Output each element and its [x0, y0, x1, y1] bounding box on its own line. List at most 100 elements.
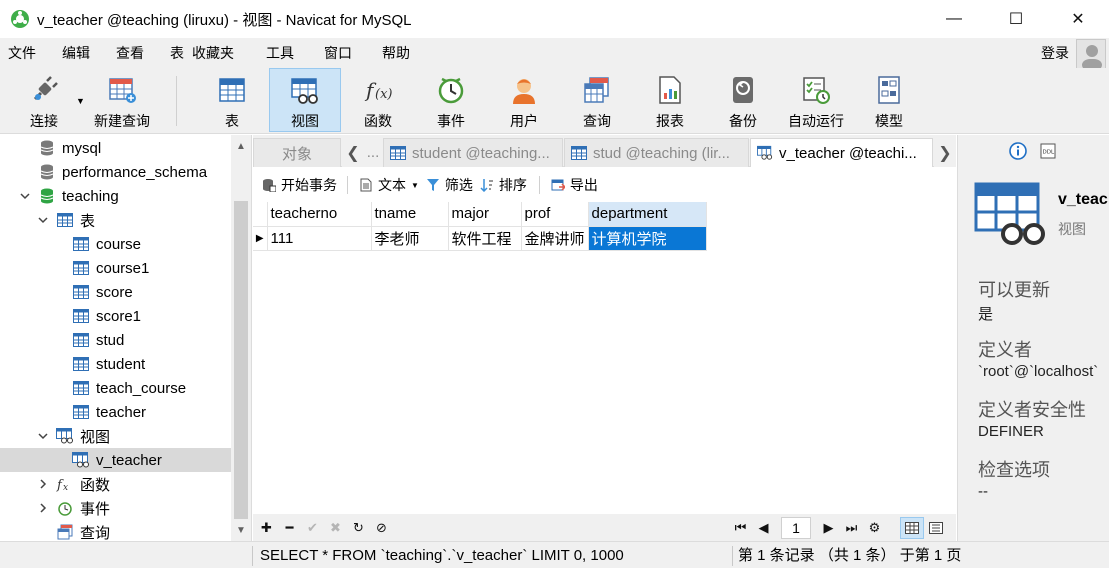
- user-button[interactable]: 用户: [488, 68, 560, 132]
- menu-view[interactable]: 查看: [106, 38, 154, 68]
- scrollbar-thumb[interactable]: [234, 201, 248, 519]
- tab-student[interactable]: student @teaching...: [383, 138, 563, 167]
- chevron-down-icon[interactable]: [36, 213, 50, 227]
- tree-item-functions[interactable]: fx 函数: [0, 472, 232, 496]
- stop-button[interactable]: ⊘: [370, 517, 393, 539]
- tree-item-label: v_teacher: [96, 451, 162, 469]
- dropdown-arrow-icon[interactable]: ▼: [411, 181, 419, 190]
- tree-item-teaching[interactable]: teaching: [0, 184, 232, 208]
- form-view-icon: [929, 521, 943, 534]
- tree-item-queries[interactable]: 查询: [0, 520, 232, 541]
- tree-item-course1[interactable]: course1: [0, 256, 232, 280]
- event-button[interactable]: 事件: [415, 68, 487, 132]
- column-header[interactable]: tname: [371, 202, 449, 227]
- table-cell[interactable]: 软件工程: [448, 226, 522, 251]
- tree-item-events[interactable]: 事件: [0, 496, 232, 520]
- sort-button[interactable]: 排序: [479, 172, 527, 198]
- next-page-button[interactable]: ▶: [817, 517, 840, 539]
- info-tab-general[interactable]: [1008, 141, 1028, 161]
- first-page-button[interactable]: ⏮: [729, 517, 752, 539]
- minimize-button[interactable]: —: [923, 0, 985, 38]
- filter-button[interactable]: 筛选: [425, 172, 473, 198]
- table-icon: [72, 379, 90, 397]
- tab-overflow[interactable]: ...: [363, 138, 383, 167]
- menu-edit[interactable]: 编辑: [52, 38, 100, 68]
- begin-transaction-button[interactable]: 开始事务: [261, 172, 337, 198]
- model-icon: [873, 75, 905, 105]
- form-view-button[interactable]: [924, 517, 948, 539]
- text-button[interactable]: 文本 ▼: [358, 172, 419, 198]
- tree-item-v-teacher[interactable]: v_teacher: [0, 448, 232, 472]
- previous-page-button[interactable]: ◀: [752, 517, 775, 539]
- discard-changes-button[interactable]: ✖: [324, 517, 347, 539]
- login-link[interactable]: 登录: [1041, 38, 1069, 68]
- query-button[interactable]: 查询: [561, 68, 633, 132]
- tab-v-teacher[interactable]: v_teacher @teachi...: [750, 138, 933, 167]
- close-button[interactable]: ✕: [1047, 0, 1109, 38]
- menu-tools[interactable]: 工具: [256, 38, 304, 68]
- view-button[interactable]: 视图: [269, 68, 341, 132]
- model-button[interactable]: 模型: [853, 68, 925, 132]
- add-record-button[interactable]: ✚: [255, 517, 278, 539]
- tree-item-teacher[interactable]: teacher: [0, 400, 232, 424]
- tree-item-performance-schema[interactable]: performance_schema: [0, 160, 232, 184]
- menu-favorites[interactable]: 收藏夹: [188, 38, 244, 68]
- menu-help[interactable]: 帮助: [372, 38, 420, 68]
- table-cell[interactable]: 计算机学院: [588, 226, 707, 251]
- avatar[interactable]: [1076, 39, 1106, 69]
- chevron-left-icon[interactable]: ❮: [342, 138, 364, 167]
- table-cell[interactable]: 金牌讲师: [521, 226, 589, 251]
- delete-record-button[interactable]: ━: [278, 517, 301, 539]
- chevron-down-icon[interactable]: [36, 429, 50, 443]
- automation-button[interactable]: 自动运行: [780, 68, 852, 132]
- tab-objects[interactable]: 对象: [253, 138, 341, 167]
- status-divider: [252, 546, 253, 566]
- table-icon: [571, 146, 587, 160]
- refresh-button[interactable]: ↻: [347, 517, 370, 539]
- tree-item-course[interactable]: course: [0, 232, 232, 256]
- table-button[interactable]: 表: [196, 68, 268, 132]
- grid-view-button[interactable]: [900, 516, 924, 539]
- table-cell[interactable]: 111: [267, 226, 372, 251]
- column-header[interactable]: major: [448, 202, 522, 227]
- tree-item-student[interactable]: student: [0, 352, 232, 376]
- backup-button[interactable]: 备份: [707, 68, 779, 132]
- column-header[interactable]: department: [588, 202, 707, 227]
- tab-stud[interactable]: stud @teaching (lir...: [564, 138, 749, 167]
- connection-button[interactable]: 连接: [8, 68, 80, 132]
- tree-item-score1[interactable]: score1: [0, 304, 232, 328]
- report-button[interactable]: 报表: [634, 68, 706, 132]
- chevron-down-icon[interactable]: [18, 189, 32, 203]
- chevron-right-icon[interactable]: ❯: [934, 138, 956, 167]
- menu-window[interactable]: 窗口: [314, 38, 362, 68]
- info-tab-ddl[interactable]: DDL: [1038, 141, 1058, 161]
- tree-item-stud[interactable]: stud: [0, 328, 232, 352]
- new-query-button[interactable]: 新建查询: [86, 68, 158, 132]
- tree-item-tables[interactable]: 表: [0, 208, 232, 232]
- scroll-down-icon[interactable]: ▼: [231, 521, 251, 539]
- function-button[interactable]: f (x) 函数: [342, 68, 414, 132]
- table-row[interactable]: ▶ 111 李老师 软件工程 金牌讲师 计算机学院: [253, 226, 707, 251]
- settings-button[interactable]: ⚙: [863, 517, 886, 539]
- table-cell[interactable]: 李老师: [371, 226, 449, 251]
- column-header[interactable]: prof: [521, 202, 589, 227]
- apply-changes-button[interactable]: ✔: [301, 517, 324, 539]
- page-number-input[interactable]: 1: [781, 516, 811, 539]
- menu-table[interactable]: 表: [160, 38, 188, 68]
- nav-scrollbar[interactable]: ▲ ▼: [231, 135, 251, 541]
- toolbar-label: 事件: [437, 113, 465, 129]
- chevron-right-icon[interactable]: [36, 477, 50, 491]
- menu-file[interactable]: 文件: [0, 38, 46, 68]
- report-icon: [654, 75, 686, 105]
- tree-item-teach-course[interactable]: teach_course: [0, 376, 232, 400]
- scroll-up-icon[interactable]: ▲: [231, 137, 251, 155]
- last-page-button[interactable]: ⏭: [840, 517, 863, 539]
- maximize-button[interactable]: ☐: [985, 0, 1047, 38]
- tree-item-views[interactable]: 视图: [0, 424, 232, 448]
- dropdown-arrow-icon[interactable]: ▼: [76, 96, 85, 106]
- tree-item-score[interactable]: score: [0, 280, 232, 304]
- export-button[interactable]: 导出: [550, 172, 598, 198]
- chevron-right-icon[interactable]: [36, 501, 50, 515]
- tree-item-mysql[interactable]: mysql: [0, 136, 232, 160]
- column-header[interactable]: teacherno: [267, 202, 372, 227]
